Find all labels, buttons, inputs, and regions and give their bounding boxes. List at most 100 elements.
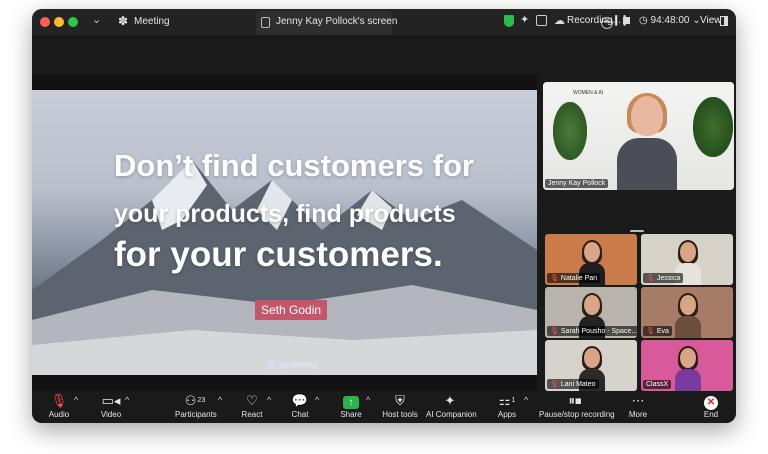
speaker-video[interactable]: WOMEN & AI Jenny Kay Pollock bbox=[543, 82, 734, 190]
chat-label: Chat bbox=[291, 410, 309, 419]
participant-name-tag: 🎙 Jessica bbox=[643, 273, 684, 283]
mic-muted-icon: 🎙 bbox=[550, 328, 559, 335]
participant-face bbox=[584, 242, 600, 262]
apps-options-caret[interactable]: ^ bbox=[524, 395, 528, 405]
panel-resize-handle[interactable] bbox=[630, 230, 644, 232]
participant-name-tag: 🎙 Eva bbox=[643, 326, 672, 336]
apps-button[interactable]: ⚏1 Apps bbox=[494, 393, 520, 419]
react-label: React bbox=[241, 410, 263, 419]
maximize-window-button[interactable] bbox=[68, 17, 78, 27]
mountain-background bbox=[32, 160, 537, 375]
share-label: Share bbox=[340, 410, 362, 419]
recording-label: Pause/stop recording bbox=[539, 410, 615, 419]
chat-button[interactable]: 💬 Chat bbox=[288, 393, 312, 419]
audio-label: Audio bbox=[48, 410, 70, 419]
host-tools-label: Host tools bbox=[382, 410, 418, 419]
meeting-icon: ✽ bbox=[118, 14, 129, 28]
more-button[interactable]: ⋯ More bbox=[626, 393, 650, 419]
mic-muted-icon: 🎙 bbox=[550, 275, 559, 282]
participant-figure bbox=[675, 293, 701, 338]
apps-grid-icon: ⚏1 bbox=[498, 393, 516, 408]
mic-muted-icon: 🎙 bbox=[646, 275, 655, 282]
participant-face bbox=[680, 348, 696, 368]
stop-recording-icon[interactable] bbox=[623, 17, 630, 24]
mic-muted-icon: 🎙 bbox=[50, 393, 68, 408]
wall-sign: WOMEN & AI bbox=[573, 90, 604, 96]
minimize-window-button[interactable] bbox=[54, 17, 64, 27]
audio-options-caret[interactable]: ^ bbox=[74, 395, 78, 405]
participants-button[interactable]: ⚇23 Participants bbox=[175, 393, 217, 419]
participant-tile[interactable]: 🎙 Jessica bbox=[641, 234, 733, 285]
participant-name: Lani Mateo bbox=[560, 381, 596, 388]
close-icon: ✕ bbox=[700, 393, 722, 410]
participant-name: Eva bbox=[656, 328, 669, 335]
security-shield-icon[interactable] bbox=[504, 15, 514, 27]
speaker-face bbox=[631, 96, 663, 136]
people-icon: ⚇23 bbox=[184, 393, 206, 408]
react-options-caret[interactable]: ^ bbox=[267, 395, 271, 405]
host-tools-button[interactable]: ⛨ Host tools bbox=[380, 393, 420, 419]
slide-image: Don’t find customers for your products, … bbox=[32, 90, 537, 375]
pause-stop-recording-button[interactable]: ⏸⏹ Pause/stop recording bbox=[539, 393, 615, 419]
participant-tile[interactable]: 🎙 Natalie Pan bbox=[545, 234, 637, 285]
ai-sparkle-icon[interactable]: ✦ bbox=[520, 13, 529, 26]
participant-name: ClassX bbox=[646, 381, 669, 388]
apps-count: 1 bbox=[511, 397, 516, 404]
watermark-logo-icon bbox=[268, 360, 276, 369]
ai-companion-button[interactable]: ✦ AI Companion bbox=[426, 393, 477, 419]
participant-tile[interactable]: 🎙 Lani Mateo bbox=[545, 340, 637, 391]
quote-line-3: for your customers. bbox=[114, 235, 443, 274]
speaker-name-tag: Jenny Kay Pollock bbox=[545, 179, 609, 188]
ellipsis-icon: ⋯ bbox=[631, 393, 645, 408]
participant-face bbox=[584, 348, 600, 368]
share-options-caret[interactable]: ^ bbox=[366, 395, 370, 405]
screen-tab-icon bbox=[261, 17, 270, 28]
close-window-button[interactable] bbox=[40, 17, 50, 27]
audio-button[interactable]: 🎙 Audio bbox=[46, 393, 72, 419]
quote-watermark: quotefancy bbox=[268, 360, 318, 369]
participants-count: 23 bbox=[197, 397, 206, 404]
timer-value: 94:48:00 bbox=[650, 15, 690, 26]
participant-body bbox=[675, 369, 701, 391]
more-label: More bbox=[628, 410, 648, 419]
speaker-body bbox=[617, 138, 677, 190]
chevron-down-icon[interactable]: ⌄ bbox=[92, 13, 101, 26]
view-layout-icon[interactable] bbox=[720, 16, 728, 26]
cloud-recording-icon: ☁ bbox=[554, 15, 565, 27]
participants-options-caret[interactable]: ^ bbox=[218, 395, 222, 405]
participant-figure bbox=[675, 346, 701, 391]
plant-right bbox=[693, 97, 733, 157]
pause-stop-icon: ⏸⏹ bbox=[568, 393, 582, 408]
sparkle-icon: ✦ bbox=[444, 393, 456, 408]
speech-bubble-icon: 💬 bbox=[291, 393, 309, 408]
participant-name-tag: 🎙 Lani Mateo bbox=[547, 379, 599, 389]
participant-name-tag: ClassX bbox=[643, 380, 672, 389]
participant-tile[interactable]: ClassX bbox=[641, 340, 733, 391]
expand-icon[interactable] bbox=[536, 15, 547, 26]
participant-gallery: 🎙 Natalie Pan 🎙 Jessica 🎙 Sarah Pousho - Sp… bbox=[545, 234, 733, 392]
participant-face bbox=[680, 242, 696, 262]
meeting-tab-label[interactable]: Meeting bbox=[134, 16, 170, 27]
watermark-text: quotefancy bbox=[279, 360, 319, 369]
quote-author: Seth Godin bbox=[255, 300, 328, 320]
screen-share-tab[interactable]: Jenny Kay Pollock's screen ••• bbox=[256, 11, 613, 35]
participant-face bbox=[680, 295, 696, 315]
zoom-window: ⌄ ✽ Meeting Jenny Kay Pollock's screen •… bbox=[32, 9, 736, 423]
meeting-timer[interactable]: ◷ 94:48:00 ⌄ bbox=[639, 15, 701, 26]
video-options-caret[interactable]: ^ bbox=[125, 395, 129, 405]
react-button[interactable]: ♡ React bbox=[238, 393, 266, 419]
chat-options-caret[interactable]: ^ bbox=[315, 395, 319, 405]
participants-label: Participants bbox=[175, 410, 217, 419]
video-button[interactable]: ▭◂ Video bbox=[98, 393, 124, 419]
share-button[interactable]: ↑ Share bbox=[338, 393, 364, 419]
participant-tile[interactable]: 🎙 Sarah Pousho - Space... bbox=[545, 287, 637, 338]
end-label: End bbox=[703, 410, 719, 419]
quote-line-2: your products, find products bbox=[114, 200, 456, 228]
shared-screen: Don’t find customers for your products, … bbox=[32, 75, 537, 391]
participant-tile[interactable]: 🎙 Eva bbox=[641, 287, 733, 338]
participant-name: Jessica bbox=[656, 275, 681, 282]
end-button[interactable]: ✕ End bbox=[700, 393, 722, 419]
participant-face bbox=[584, 295, 600, 315]
mic-muted-icon: 🎙 bbox=[550, 381, 559, 388]
view-button[interactable]: View bbox=[700, 15, 722, 26]
